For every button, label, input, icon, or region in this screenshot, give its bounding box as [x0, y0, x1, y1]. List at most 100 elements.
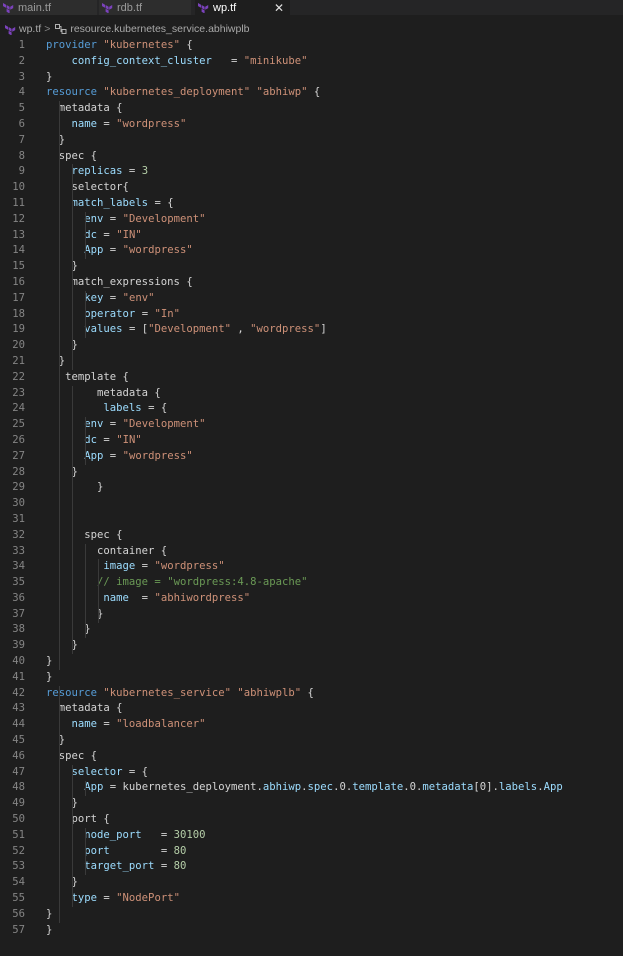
code-line[interactable]: 21 }	[0, 354, 623, 370]
close-icon[interactable]: ✕	[274, 1, 284, 15]
tab-rdb-tf[interactable]: rdb.tf	[99, 0, 191, 15]
code-text: spec {	[46, 749, 97, 765]
code-line[interactable]: 37 }	[0, 607, 623, 623]
code-line[interactable]: 34 image = "wordpress"	[0, 559, 623, 575]
code-line[interactable]: 6 name = "wordpress"	[0, 117, 623, 133]
code-line[interactable]: 47 selector = {	[0, 765, 623, 781]
code-line[interactable]: 26 dc = "IN"	[0, 433, 623, 449]
indent-guide	[85, 780, 86, 797]
line-number: 25	[12, 418, 25, 431]
breadcrumb-symbol[interactable]: resource.kubernetes_service.abhiwplb	[70, 23, 249, 35]
code-line[interactable]: 43 metadata {	[0, 701, 623, 717]
code-text: }	[46, 875, 78, 891]
code-token: ]	[320, 323, 327, 336]
code-line[interactable]: 46 spec {	[0, 749, 623, 765]
code-line[interactable]: 49 }	[0, 796, 623, 812]
code-line[interactable]: 8 spec {	[0, 149, 623, 165]
code-line[interactable]: 16 match_expressions {	[0, 275, 623, 291]
code-token: port {	[46, 813, 110, 826]
code-line[interactable]: 3}	[0, 70, 623, 86]
code-token: "IN"	[116, 228, 142, 241]
line-number: 6	[18, 117, 25, 130]
code-line[interactable]: 38 }	[0, 622, 623, 638]
line-number: 9	[18, 165, 25, 178]
code-line[interactable]: 44 name = "loadbalancer"	[0, 717, 623, 733]
breadcrumb-file[interactable]: wp.tf	[19, 23, 41, 35]
code-line[interactable]: 5 metadata {	[0, 101, 623, 117]
code-line[interactable]: 50 port {	[0, 812, 623, 828]
code-line[interactable]: 35 // image = "wordpress:4.8-apache"	[0, 575, 623, 591]
code-token: }	[46, 655, 53, 668]
code-line[interactable]: 1 provider "kubernetes" {	[0, 38, 623, 54]
code-token: = kubernetes_deployment.	[103, 781, 263, 794]
tab-wp-tf[interactable]: wp.tf ✕	[195, 0, 290, 15]
code-text: match_expressions {	[46, 275, 193, 291]
code-text: resource "kubernetes_deployment" "abhiwp…	[46, 85, 320, 101]
code-line[interactable]: 18 operator = "In"	[0, 307, 623, 323]
code-text: }	[46, 923, 52, 939]
code-line[interactable]: 9 replicas = 3	[0, 164, 623, 180]
code-line[interactable]: 39 }	[0, 638, 623, 654]
code-line[interactable]: 24 labels = {	[0, 401, 623, 417]
code-text: port = 80	[46, 844, 186, 860]
code-text: }	[46, 70, 52, 86]
code-line[interactable]: 52 port = 80	[0, 844, 623, 860]
code-token: ,	[231, 323, 251, 336]
code-line[interactable]: 14 App = "wordpress"	[0, 243, 623, 259]
code-line[interactable]: 54 }	[0, 875, 623, 891]
code-line[interactable]: 51 node_port = 30100	[0, 828, 623, 844]
code-token: target_port	[84, 860, 155, 873]
code-line[interactable]: 22 template {	[0, 370, 623, 386]
code-line[interactable]: 12 env = "Development"	[0, 212, 623, 228]
code-line[interactable]: 56}	[0, 907, 623, 923]
code-line[interactable]: 41}	[0, 670, 623, 686]
code-text: }	[46, 796, 78, 812]
code-token: port	[84, 844, 110, 857]
code-line[interactable]: 28 }	[0, 465, 623, 481]
code-line[interactable]: 4 resource "kubernetes_deployment" "abhiw…	[0, 85, 623, 101]
code-line[interactable]: 30	[0, 496, 623, 512]
code-line[interactable]: 15 }	[0, 259, 623, 275]
code-line[interactable]: 27 App = "wordpress"	[0, 449, 623, 465]
code-line[interactable]: 11 match_labels = {	[0, 196, 623, 212]
code-line[interactable]: 23 metadata {	[0, 386, 623, 402]
line-number: 34	[12, 560, 25, 573]
code-line[interactable]: 42 resource "kubernetes_service" "abhiwpl…	[0, 686, 623, 702]
code-text: replicas = 3	[46, 164, 149, 180]
code-line[interactable]: 2 config_context_cluster = "minikube"	[0, 54, 623, 70]
code-line[interactable]: 55 type = "NodePort"	[0, 891, 623, 907]
code-line[interactable]: 13 dc = "IN"	[0, 228, 623, 244]
code-editor[interactable]: 1 provider "kubernetes" {2 config_context…	[0, 38, 623, 938]
code-line[interactable]: 32 spec {	[0, 528, 623, 544]
code-line[interactable]: 40}	[0, 654, 623, 670]
code-line[interactable]: 7 }	[0, 133, 623, 149]
code-token: = [	[122, 323, 149, 336]
code-line[interactable]: 57}	[0, 923, 623, 939]
code-token: resource	[46, 686, 98, 699]
indent-guide	[85, 828, 86, 876]
code-line[interactable]: 19 values = ["Development" , "wordpress"…	[0, 322, 623, 338]
tab-main-tf[interactable]: main.tf	[0, 0, 97, 15]
code-token: =	[97, 892, 117, 905]
code-line[interactable]: 48 App = kubernetes_deployment.abhiwp.sp…	[0, 780, 623, 796]
code-text: }	[46, 259, 78, 275]
code-line[interactable]: 17 key = "env"	[0, 291, 623, 307]
code-line[interactable]: 31	[0, 512, 623, 528]
code-token: =	[97, 117, 117, 130]
line-number: 47	[12, 765, 25, 778]
code-text: }	[46, 338, 78, 354]
code-token: 30100	[173, 828, 206, 841]
code-line[interactable]: 10 selector{	[0, 180, 623, 196]
code-line[interactable]: 36 name = "abhiwordpress"	[0, 591, 623, 607]
code-line[interactable]: 20 }	[0, 338, 623, 354]
code-line[interactable]: 25 env = "Development"	[0, 417, 623, 433]
code-line[interactable]: 53 target_port = 80	[0, 859, 623, 875]
code-line[interactable]: 29 }	[0, 480, 623, 496]
code-line[interactable]: 33 container {	[0, 544, 623, 560]
code-text: metadata {	[46, 701, 123, 717]
line-number: 15	[12, 260, 25, 273]
code-line[interactable]: 45 }	[0, 733, 623, 749]
code-token: }	[46, 623, 91, 636]
